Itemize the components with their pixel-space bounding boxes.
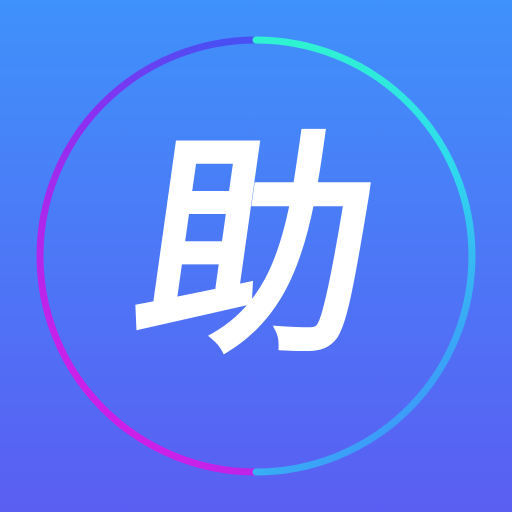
assist-glyph: 助 — [120, 112, 393, 386]
app-icon: 助 — [0, 0, 512, 512]
